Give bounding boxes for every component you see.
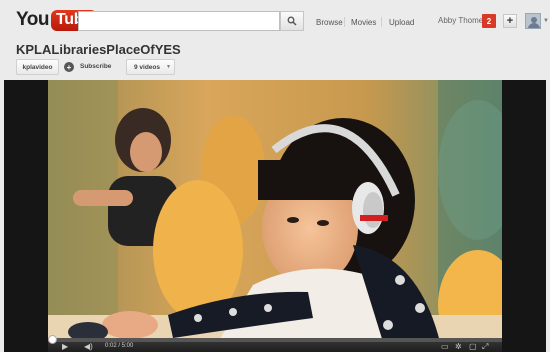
video-still-image [48, 80, 502, 342]
avatar-body-shape [528, 23, 540, 28]
nav-movies-link[interactable]: Movies [351, 18, 376, 27]
channel-username-button[interactable]: kplavideo [16, 59, 59, 75]
nav-upload-link[interactable]: Upload [389, 18, 414, 27]
chevron-down-icon[interactable]: ▼ [543, 18, 549, 24]
avatar[interactable] [525, 13, 541, 29]
notification-count-badge[interactable]: 2 [482, 14, 496, 28]
videos-dropdown-label: 9 videos [134, 63, 161, 71]
player-controls-bar: ▶ ◀) 0:02 / 5:00 ▭ ✲ ▢ ⤢ [48, 335, 502, 352]
popout-icon[interactable]: ▢ [469, 342, 477, 352]
nav-divider [381, 17, 382, 27]
play-icon[interactable]: ▶ [62, 342, 68, 352]
video-frame[interactable] [48, 80, 502, 342]
masthead: You Tube Browse Movies Upload Abby Thome… [0, 0, 550, 36]
progress-bar[interactable] [48, 335, 502, 344]
subscribe-plus-icon[interactable]: + [64, 62, 74, 72]
fullscreen-icon[interactable]: ⤢ [482, 342, 488, 352]
plus-button[interactable]: + [503, 14, 517, 28]
settings-gear-icon[interactable]: ✲ [455, 342, 462, 352]
logo-you-text: You [16, 9, 49, 30]
captions-icon[interactable]: ▭ [441, 342, 449, 352]
progress-scrubber-handle[interactable] [48, 335, 57, 344]
nav-browse-link[interactable]: Browse [316, 18, 343, 27]
time-display: 0:02 / 5:00 [105, 343, 134, 349]
user-name-link[interactable]: Abby Thome [438, 16, 483, 25]
subscribe-button[interactable]: Subscribe [80, 63, 111, 70]
nav-divider [344, 17, 345, 27]
search-input[interactable] [78, 11, 280, 31]
volume-icon[interactable]: ◀) [84, 342, 93, 352]
videos-dropdown-button[interactable]: 9 videos ▼ [126, 59, 175, 75]
search-icon [287, 16, 297, 26]
channel-title: KPLALibrariesPlaceOfYES [16, 42, 181, 57]
video-player[interactable]: ▶ ◀) 0:02 / 5:00 ▭ ✲ ▢ ⤢ [4, 80, 546, 352]
chevron-down-icon: ▼ [166, 64, 171, 70]
search-button[interactable] [280, 11, 304, 31]
